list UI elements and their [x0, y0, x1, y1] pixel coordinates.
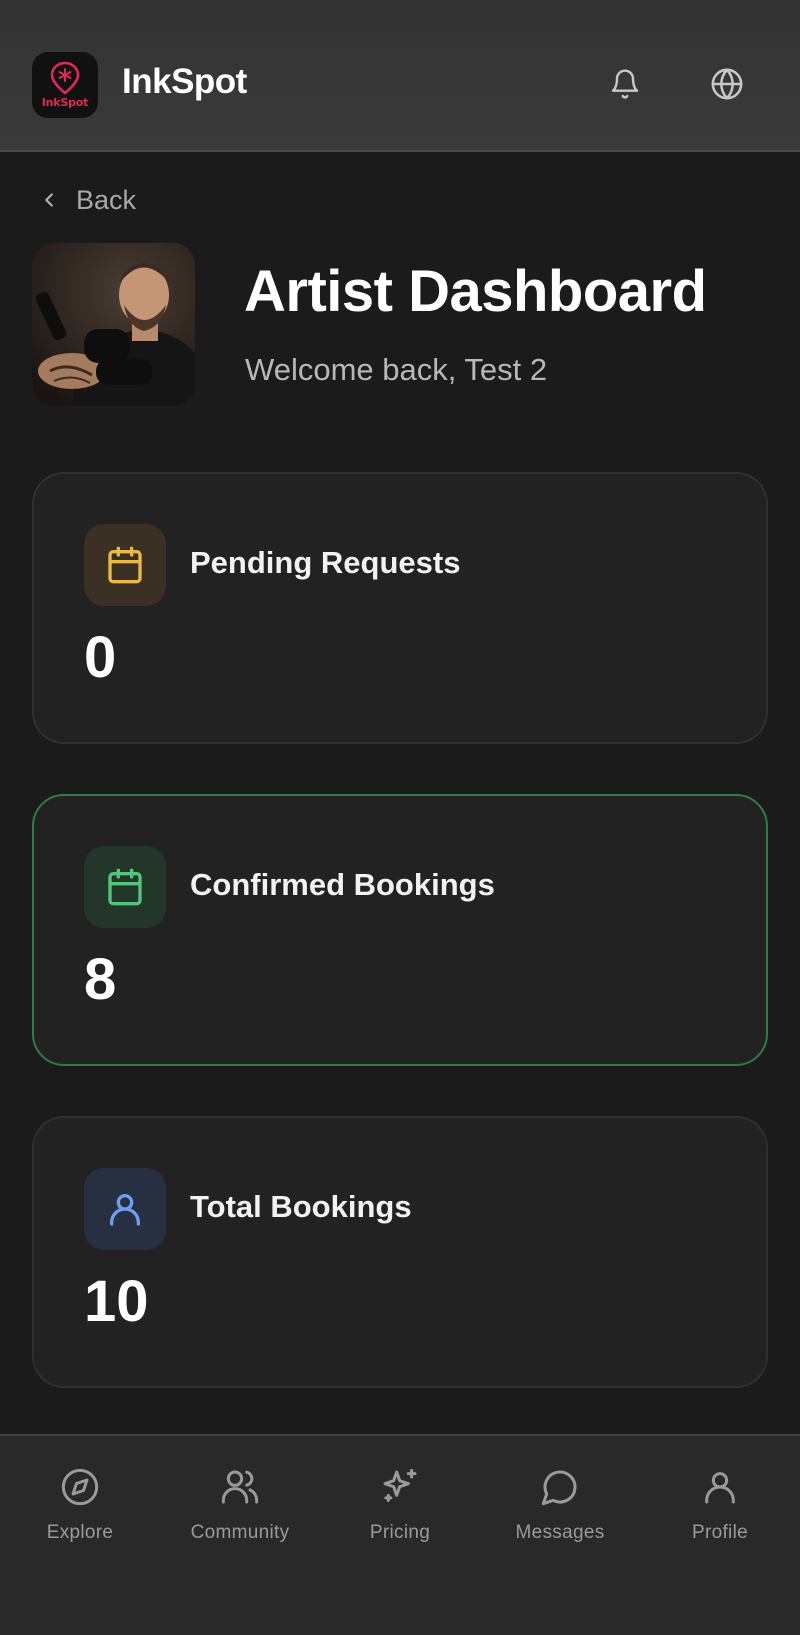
card-icon-tile [84, 846, 166, 928]
chevron-left-icon [45, 193, 53, 207]
card-value: 10 [84, 1269, 149, 1334]
sparkles-icon [383, 1468, 417, 1502]
globe-icon [711, 68, 743, 100]
nav-label: Explore [46, 1522, 114, 1543]
card-label: Confirmed Bookings [190, 867, 495, 902]
avatar [32, 243, 195, 406]
top-bar: InkSpot InkSpot [0, 0, 800, 152]
total-bookings-card[interactable]: Total Bookings 10 [32, 1116, 768, 1388]
users-icon [221, 1470, 259, 1504]
back-link[interactable]: Back [38, 180, 136, 220]
nav-label: Messages [515, 1522, 605, 1543]
nav-item-messages[interactable]: Messages [480, 1466, 640, 1566]
map-pin-icon [50, 61, 80, 95]
back-label: Back [76, 184, 137, 215]
bell-icon [611, 69, 639, 99]
language-button[interactable] [707, 64, 747, 104]
app-name: InkSpot [122, 62, 247, 101]
card-value: 0 [84, 625, 117, 690]
compass-icon [61, 1468, 99, 1506]
card-icon-tile [84, 1168, 166, 1250]
confirmed-bookings-card[interactable]: Confirmed Bookings 8 [32, 794, 768, 1066]
nav-label: Community [190, 1522, 290, 1543]
message-circle-icon [541, 1470, 577, 1506]
card-label: Total Bookings [190, 1189, 412, 1224]
nav-label: Pricing [369, 1522, 431, 1543]
logo-text: InkSpot [41, 96, 89, 109]
nav-item-explore[interactable]: Explore [0, 1466, 160, 1566]
app-logo[interactable]: InkSpot [32, 52, 98, 118]
nav-item-profile[interactable]: Profile [640, 1466, 800, 1566]
calendar-icon [108, 546, 142, 584]
nav-item-community[interactable]: Community [160, 1466, 320, 1566]
card-icon-tile [84, 524, 166, 606]
calendar-icon [108, 868, 142, 906]
bottom-nav: Explore Community Pricing Messages Profi… [0, 1434, 800, 1635]
pending-requests-card[interactable]: Pending Requests 0 [32, 472, 768, 744]
nav-label: Profile [692, 1522, 748, 1543]
notifications-button[interactable] [605, 64, 645, 104]
nav-item-pricing[interactable]: Pricing [320, 1466, 480, 1566]
page-title: Artist Dashboard [244, 259, 707, 324]
card-label: Pending Requests [190, 545, 461, 580]
card-value: 8 [84, 947, 117, 1012]
welcome-message: Welcome back, Test 2 [245, 352, 548, 387]
user-icon [705, 1472, 735, 1504]
user-icon [110, 1194, 140, 1226]
